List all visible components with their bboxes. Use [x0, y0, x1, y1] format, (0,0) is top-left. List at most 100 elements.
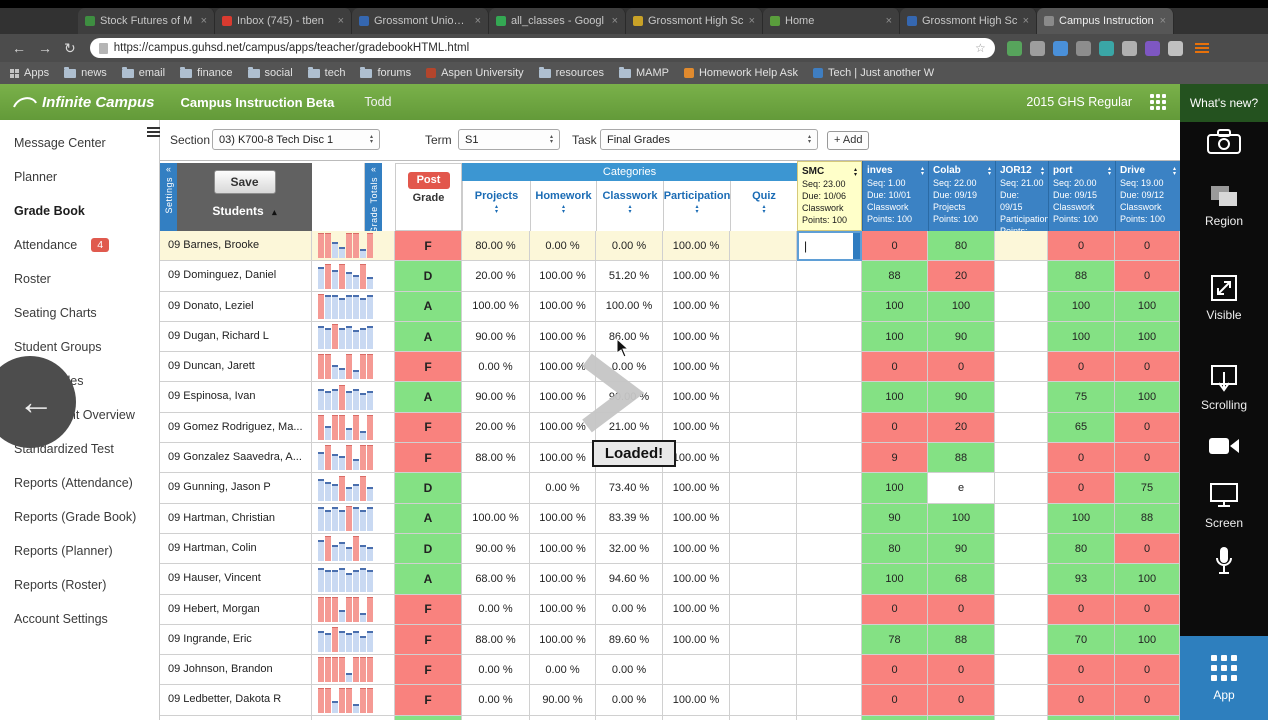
- bookmark-finance[interactable]: finance: [180, 66, 233, 79]
- score-cell[interactable]: 0: [1115, 533, 1180, 565]
- post-button[interactable]: Post: [407, 172, 450, 189]
- column-header-homework[interactable]: Homework ▴ ▾: [530, 181, 596, 231]
- category-score-cell[interactable]: [462, 715, 530, 720]
- category-score-cell[interactable]: 0.00 %: [462, 685, 530, 716]
- score-cell[interactable]: 90: [928, 533, 995, 565]
- assignment-header-smc[interactable]: SMC ▴ ▾ Seq: 23.00 Due: 10/06 Classwork Points…: [797, 161, 862, 231]
- assignment-header-inves[interactable]: inves ▴ ▾ Seq: 1.00 Due: 10/01 Classwork Point…: [862, 161, 928, 231]
- reload-icon[interactable]: ↻: [64, 40, 76, 57]
- screen-icon[interactable]: [1180, 482, 1268, 508]
- browser-tab[interactable]: Campus Instruction ×: [1037, 8, 1174, 34]
- category-score-cell[interactable]: 88.00 %: [462, 624, 530, 656]
- sidebar-item-account-settings[interactable]: Account Settings: [0, 602, 159, 636]
- section-select[interactable]: 03) K700-8 Tech Disc 1 ▴ ▾: [212, 129, 380, 150]
- score-cell[interactable]: 100: [862, 473, 928, 504]
- category-score-cell[interactable]: 100.00 %: [462, 503, 530, 534]
- sort-icon[interactable]: ▴ ▾: [628, 204, 631, 215]
- score-cell[interactable]: [995, 533, 1048, 565]
- score-cell[interactable]: [797, 503, 862, 534]
- score-cell[interactable]: 0: [928, 594, 995, 625]
- visible-icon[interactable]: [1180, 274, 1268, 302]
- category-score-cell[interactable]: 0.00 %: [530, 231, 596, 262]
- score-cell[interactable]: 0: [1115, 594, 1180, 625]
- score-cell[interactable]: 0: [1115, 443, 1180, 474]
- browser-tab[interactable]: Stock Futures of M ×: [78, 8, 215, 34]
- sidebar-item-reports-attendance[interactable]: Reports (Attendance): [0, 466, 159, 500]
- score-cell[interactable]: 90: [928, 382, 995, 413]
- scrolling-icon[interactable]: [1180, 364, 1268, 392]
- bookmark-homework-help-ask[interactable]: Homework Help Ask: [683, 67, 798, 79]
- category-score-cell[interactable]: 0.00 %: [462, 655, 530, 686]
- score-cell[interactable]: 20: [928, 412, 995, 444]
- forward-icon[interactable]: →: [38, 40, 52, 56]
- sidebar-item-reports-planner[interactable]: Reports (Planner): [0, 534, 159, 568]
- score-cell[interactable]: 9: [862, 443, 928, 474]
- assignment-header-port[interactable]: port ▴ ▾ Seq: 20.00 Due: 09/15 Classwork Point…: [1048, 161, 1115, 231]
- category-score-cell[interactable]: 100.00 %: [663, 321, 730, 353]
- students-sort[interactable]: Students ▴: [177, 204, 312, 218]
- category-score-cell[interactable]: 100.00 %: [663, 291, 730, 322]
- category-score-cell[interactable]: [730, 412, 797, 444]
- score-cell[interactable]: 100: [1048, 503, 1115, 534]
- add-button[interactable]: + Add: [827, 131, 870, 150]
- score-cell[interactable]: [928, 715, 995, 720]
- column-header-classwork[interactable]: Classwork ▴ ▾: [596, 181, 663, 231]
- category-score-cell[interactable]: 100.00 %: [596, 291, 663, 322]
- category-score-cell[interactable]: 0.00 %: [596, 655, 663, 686]
- category-score-cell[interactable]: 100.00 %: [663, 624, 730, 656]
- category-score-cell[interactable]: 100.00 %: [663, 685, 730, 716]
- score-cell[interactable]: [1115, 715, 1180, 720]
- post-grade-cell[interactable]: F: [395, 231, 462, 262]
- bookmark-tech-just-another-w[interactable]: Tech | Just another W: [812, 67, 934, 79]
- score-cell[interactable]: [797, 321, 862, 353]
- browser-tab[interactable]: Grossmont High Sc ×: [626, 8, 763, 34]
- student-name[interactable]: 09 Dominguez, Daniel: [160, 261, 312, 292]
- tab-close-icon[interactable]: ×: [475, 15, 481, 27]
- bookmark-social[interactable]: social: [247, 66, 293, 79]
- category-score-cell[interactable]: [730, 291, 797, 322]
- score-cell[interactable]: 88: [928, 443, 995, 474]
- score-cell[interactable]: 0: [1048, 473, 1115, 504]
- sidebar-item-reports-grade-book[interactable]: Reports (Grade Book): [0, 500, 159, 534]
- scrolling-label[interactable]: Scrolling: [1180, 398, 1268, 412]
- score-cell[interactable]: [995, 382, 1048, 413]
- score-cell[interactable]: [995, 352, 1048, 383]
- back-icon[interactable]: ←: [12, 40, 26, 56]
- student-name[interactable]: 09 Espinosa, Ivan: [160, 382, 312, 413]
- score-cell[interactable]: 0: [862, 352, 928, 383]
- bookmark-apps[interactable]: Apps: [10, 67, 49, 79]
- category-score-cell[interactable]: [730, 473, 797, 504]
- category-score-cell[interactable]: 100.00 %: [663, 594, 730, 625]
- post-grade-cell[interactable]: F: [395, 685, 462, 716]
- score-cell[interactable]: 0: [1115, 412, 1180, 444]
- student-name[interactable]: 09 Donato, Leziel: [160, 291, 312, 322]
- student-name[interactable]: 09 Hebert, Morgan: [160, 594, 312, 625]
- category-score-cell[interactable]: [730, 685, 797, 716]
- extension-icon[interactable]: [1167, 40, 1183, 56]
- app-switcher-icon[interactable]: [1150, 94, 1166, 110]
- category-score-cell[interactable]: 100.00 %: [663, 352, 730, 383]
- student-name[interactable]: 09 Hartman, Colin: [160, 533, 312, 565]
- score-cell[interactable]: 100: [862, 564, 928, 595]
- microphone-icon[interactable]: [1180, 546, 1268, 576]
- student-name[interactable]: 09 Barnes, Brooke: [160, 231, 312, 262]
- sidebar-item-message-center[interactable]: Message Center: [0, 126, 159, 160]
- sidebar-item-grade-book[interactable]: Grade Book: [0, 194, 159, 228]
- assignment-header-drive[interactable]: Drive ▴ ▾ Seq: 19.00 Due: 09/12 Classwork Poin…: [1115, 161, 1180, 231]
- student-name[interactable]: 09 Gunning, Jason P: [160, 473, 312, 504]
- screen-label[interactable]: Screen: [1180, 516, 1268, 530]
- score-cell[interactable]: [995, 443, 1048, 474]
- category-score-cell[interactable]: 100.00 %: [663, 261, 730, 292]
- assignment-header-colab[interactable]: Colab ▴ ▾ Seq: 22.00 Due: 09/19 Projects Point…: [928, 161, 995, 231]
- student-name[interactable]: 09 Ingrande, Eric: [160, 624, 312, 656]
- category-score-cell[interactable]: [730, 382, 797, 413]
- score-cell[interactable]: 0: [1048, 685, 1115, 716]
- save-button[interactable]: Save: [213, 170, 276, 194]
- category-score-cell[interactable]: 68.00 %: [462, 564, 530, 595]
- score-cell[interactable]: 65: [1048, 412, 1115, 444]
- visible-label[interactable]: Visible: [1180, 308, 1268, 322]
- category-score-cell[interactable]: 90.00 %: [462, 382, 530, 413]
- extension-icon[interactable]: [1098, 40, 1114, 56]
- bookmark-tech[interactable]: tech: [307, 66, 345, 79]
- score-edit-cell[interactable]: |: [797, 231, 862, 262]
